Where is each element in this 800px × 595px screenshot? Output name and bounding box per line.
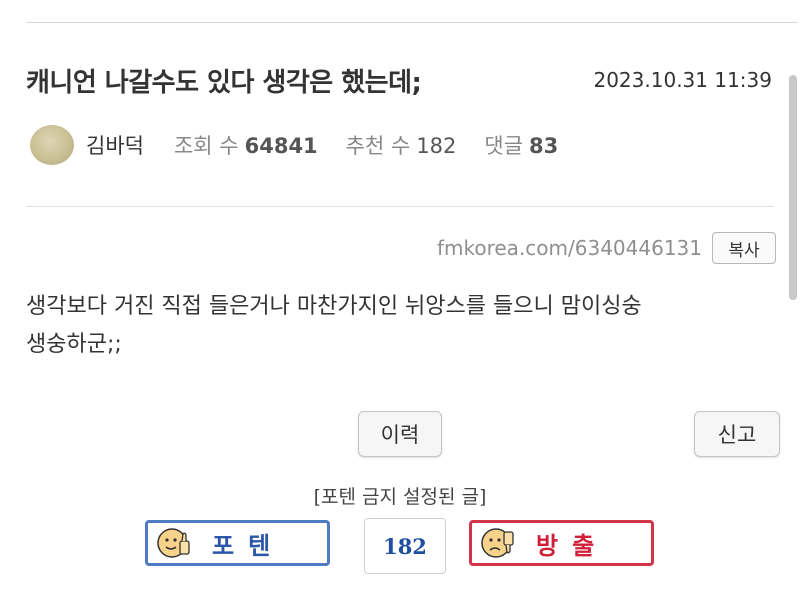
potent-upvote-button[interactable]: 포텐 [145,520,330,566]
avatar[interactable] [30,125,74,165]
recommend-stat: 추천 수 182 [346,130,457,160]
report-button[interactable]: 신고 [694,411,780,457]
thumbs-up-face-icon [157,528,190,558]
downvote-label: 방출 [536,531,609,560]
history-button[interactable]: 이력 [358,411,442,457]
vote-count: 182 [364,518,446,574]
author-name[interactable]: 김바덕 [86,130,144,160]
top-divider [26,22,798,23]
post-url[interactable]: fmkorea.com/6340446131 [437,236,702,260]
content-line: 생각보다 거진 직접 들은거나 마찬가지인 뉘앙스를 들으니 맘이싱숭 [26,294,642,319]
header-divider [26,206,774,207]
views-count: 64841 [244,134,318,158]
thumbs-down-face-icon [481,528,514,558]
potent-ban-notice: [포텐 금지 설정된 글] [313,486,487,508]
copy-button[interactable]: 복사 [712,232,776,264]
potent-downvote-button[interactable]: 방출 [469,520,654,566]
views-stat: 조회 수 64841 [174,130,318,160]
post-title: 캐니언 나갈수도 있다 생각은 했는데; [26,68,422,98]
comments-count: 83 [529,134,559,158]
post-meta: 김바덕 조회 수 64841 추천 수 182 댓글 83 [30,123,586,167]
recommend-label: 추천 수 [345,134,411,158]
post-content: 생각보다 거진 직접 들은거나 마찬가지인 뉘앙스를 들으니 맘이싱숭 생숭하군… [26,288,776,364]
scrollbar[interactable] [789,75,797,300]
views-label: 조회 수 [173,134,239,158]
upvote-label: 포텐 [212,531,285,560]
content-line: 생숭하군;; [26,332,122,357]
comments-stat: 댓글 83 [484,130,558,160]
comments-label: 댓글 [484,134,524,158]
post-date: 2023.10.31 11:39 [593,68,772,92]
recommend-count: 182 [416,134,457,158]
